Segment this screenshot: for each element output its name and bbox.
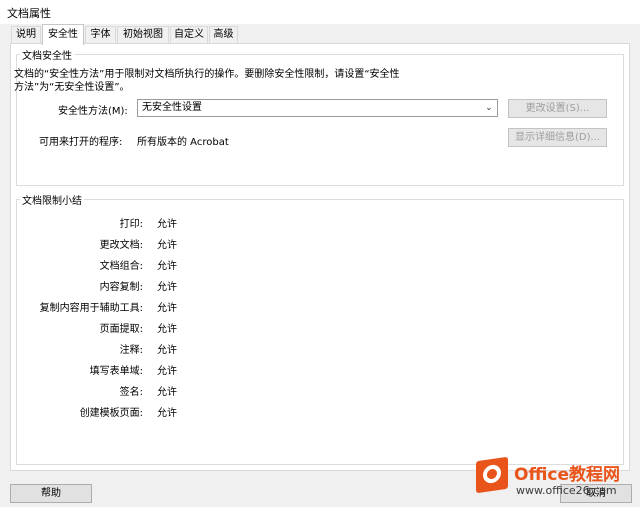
window-title: 文档属性: [7, 7, 51, 20]
tab-security[interactable]: 安全性: [42, 24, 84, 45]
summary-key: 复制内容用于辅助工具:: [39, 303, 143, 314]
change-settings-button[interactable]: 更改设置(S)...: [508, 99, 607, 118]
show-details-button[interactable]: 显示详细信息(D)...: [508, 128, 607, 147]
summary-value: 允许: [157, 303, 177, 314]
summary-key: 创建模板页面:: [79, 408, 143, 419]
security-method-select[interactable]: 无安全性设置 ⌄: [137, 99, 498, 117]
can-be-opened-by-label: 可用来打开的程序:: [39, 137, 123, 148]
summary-row: 页面提取: 允许: [0, 320, 640, 336]
security-description: 文档的“安全性方法”用于限制对文档所执行的操作。要删除安全性限制，请设置“安全性…: [14, 68, 414, 94]
office-logo-icon: [476, 456, 508, 494]
tab-description[interactable]: 说明: [11, 26, 41, 43]
summary-value: 允许: [157, 408, 177, 419]
summary-value: 允许: [157, 282, 177, 293]
watermark-brand: Office教程网: [514, 465, 621, 485]
summary-key: 签名:: [119, 387, 143, 398]
summary-key: 填写表单域:: [89, 366, 143, 377]
summary-value: 允许: [157, 366, 177, 377]
summary-value: 允许: [157, 387, 177, 398]
tab-strip: 说明 安全性 字体 初始视图 自定义 高级: [0, 24, 640, 45]
tab-initial-view[interactable]: 初始视图: [117, 26, 169, 43]
help-button[interactable]: 帮助: [10, 484, 92, 503]
summary-value: 允许: [157, 261, 177, 272]
security-description-line-2: 方法”为“无安全性设置”。: [14, 82, 130, 93]
chevron-down-icon: ⌄: [485, 103, 493, 113]
summary-key: 更改文档:: [99, 240, 143, 251]
summary-row: 复制内容用于辅助工具: 允许: [0, 299, 640, 315]
tab-custom[interactable]: 自定义: [170, 26, 208, 43]
summary-value: 允许: [157, 240, 177, 251]
title-bar: 文档属性: [0, 0, 640, 24]
watermark-url: www.office26.com: [516, 484, 617, 497]
summary-value: 允许: [157, 345, 177, 356]
can-be-opened-by-value: 所有版本的 Acrobat: [137, 137, 229, 148]
summary-row: 更改文档: 允许: [0, 236, 640, 252]
summary-row: 注释: 允许: [0, 341, 640, 357]
summary-value: 允许: [157, 219, 177, 230]
summary-row: 内容复制: 允许: [0, 278, 640, 294]
summary-row: 打印: 允许: [0, 215, 640, 231]
summary-row: 创建模板页面: 允许: [0, 404, 640, 420]
summary-row: 签名: 允许: [0, 383, 640, 399]
tab-fonts[interactable]: 字体: [85, 26, 116, 43]
summary-key: 内容复制:: [99, 282, 143, 293]
summary-key: 打印:: [119, 219, 143, 230]
security-method-label: 安全性方法(M):: [58, 106, 128, 117]
summary-row: 填写表单域: 允许: [0, 362, 640, 378]
summary-key: 文档组合:: [99, 261, 143, 272]
tab-advanced[interactable]: 高级: [209, 26, 238, 43]
document-security-title: 文档安全性: [22, 51, 72, 62]
watermark: Office教程网 www.office26.com: [476, 456, 640, 507]
summary-row: 文档组合: 允许: [0, 257, 640, 273]
restrictions-summary-title: 文档限制小结: [22, 196, 82, 207]
summary-key: 注释:: [119, 345, 143, 356]
summary-key: 页面提取:: [99, 324, 143, 335]
security-method-value: 无安全性设置: [142, 102, 202, 113]
summary-value: 允许: [157, 324, 177, 335]
security-description-line-1: 文档的“安全性方法”用于限制对文档所执行的操作。要删除安全性限制，请设置“安全性: [14, 69, 400, 80]
